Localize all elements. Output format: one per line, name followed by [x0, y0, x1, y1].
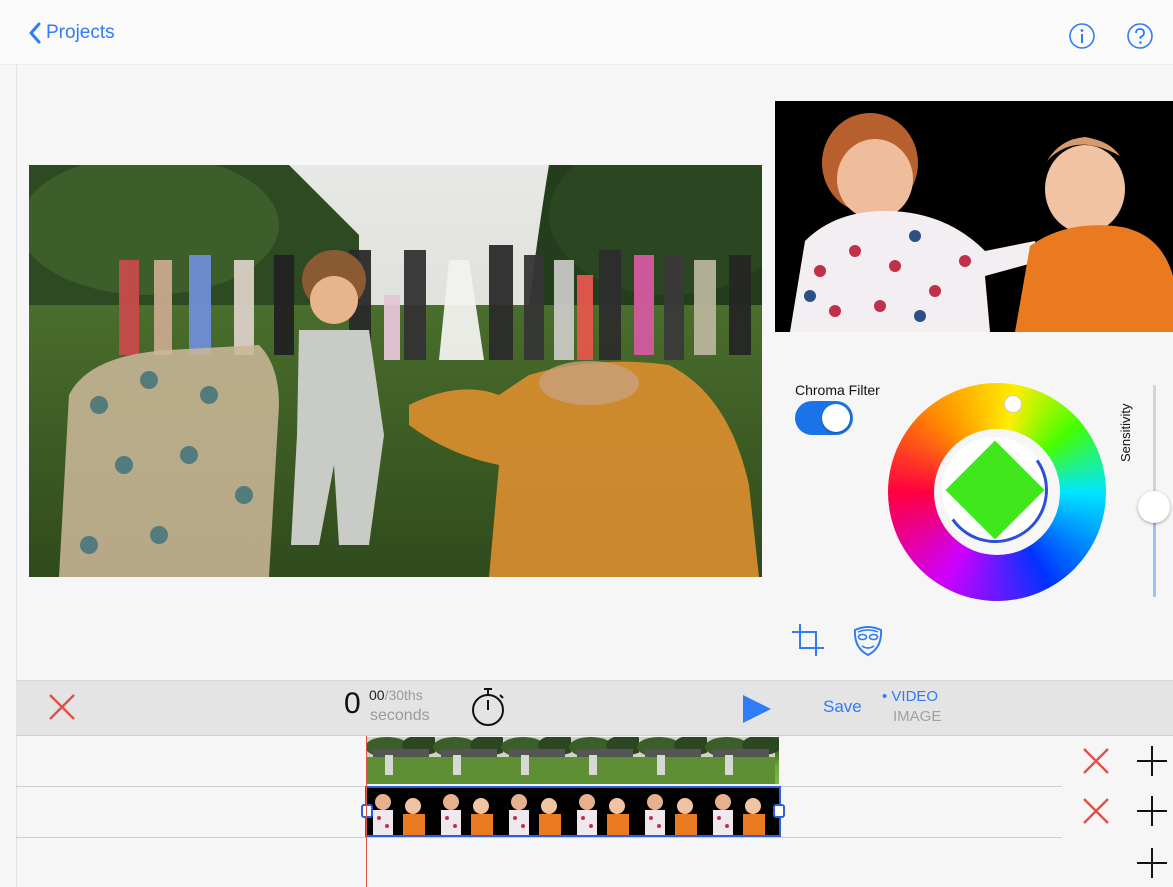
plus-icon[interactable] [1134, 793, 1170, 829]
time-frames-value: 00 [369, 687, 385, 703]
time-frames-unit: /30ths [384, 687, 423, 703]
chroma-filter-toggle[interactable] [795, 401, 853, 435]
stopwatch-icon[interactable] [468, 685, 508, 729]
main-video-canvas[interactable] [29, 165, 762, 577]
toggle-knob [822, 404, 850, 432]
chroma-filter-label: Chroma Filter [795, 382, 880, 398]
composited-video-frame [29, 165, 762, 577]
save-button[interactable]: Save [823, 697, 862, 717]
delete-project-icon[interactable] [46, 691, 78, 723]
time-seconds: 0 [344, 687, 361, 720]
sensitivity-slider-knob[interactable] [1138, 491, 1170, 523]
track-divider [16, 786, 1062, 787]
help-icon[interactable] [1126, 22, 1154, 50]
delete-track-icon[interactable] [1080, 745, 1112, 777]
clip-trim-end-handle[interactable] [773, 804, 785, 818]
back-label: Projects [46, 22, 115, 43]
chroma-color-wheel[interactable] [888, 383, 1106, 601]
info-icon[interactable] [1068, 22, 1096, 50]
foreground-clip-thumbnails [367, 788, 775, 835]
delete-track-icon[interactable] [1080, 795, 1112, 827]
color-wheel-handle[interactable] [1004, 395, 1022, 413]
crop-icon[interactable] [790, 622, 826, 658]
track-divider [16, 837, 1062, 838]
playback-control-bar: 0 00/30ths seconds Save • VIDEO IMAGE [16, 680, 1173, 736]
track-divider [16, 735, 1062, 736]
time-unit-label: seconds [370, 707, 430, 724]
plus-icon[interactable] [1134, 845, 1170, 881]
mode-image-option[interactable]: IMAGE [893, 708, 941, 725]
mask-icon[interactable] [850, 622, 886, 658]
foreground-clip[interactable] [367, 788, 779, 835]
play-icon[interactable] [740, 693, 774, 725]
back-to-projects-button[interactable]: Projects [28, 22, 115, 44]
source-video-frame [775, 101, 1173, 332]
clip-trim-start-handle[interactable] [361, 804, 373, 818]
chevron-left-icon [29, 22, 41, 44]
background-clip[interactable] [367, 737, 779, 784]
plus-icon[interactable] [1134, 743, 1170, 779]
left-edge-divider [16, 0, 17, 887]
source-video-preview[interactable] [775, 101, 1173, 332]
time-frames: 00/30ths [369, 687, 423, 703]
mode-video-option[interactable]: • VIDEO [882, 688, 938, 705]
color-wheel-center [933, 428, 1060, 555]
background-clip-thumbnails [367, 737, 779, 784]
top-bar: Projects [0, 0, 1173, 65]
sensitivity-label: Sensitivity [1118, 403, 1133, 462]
timeline-playhead[interactable] [366, 736, 367, 887]
